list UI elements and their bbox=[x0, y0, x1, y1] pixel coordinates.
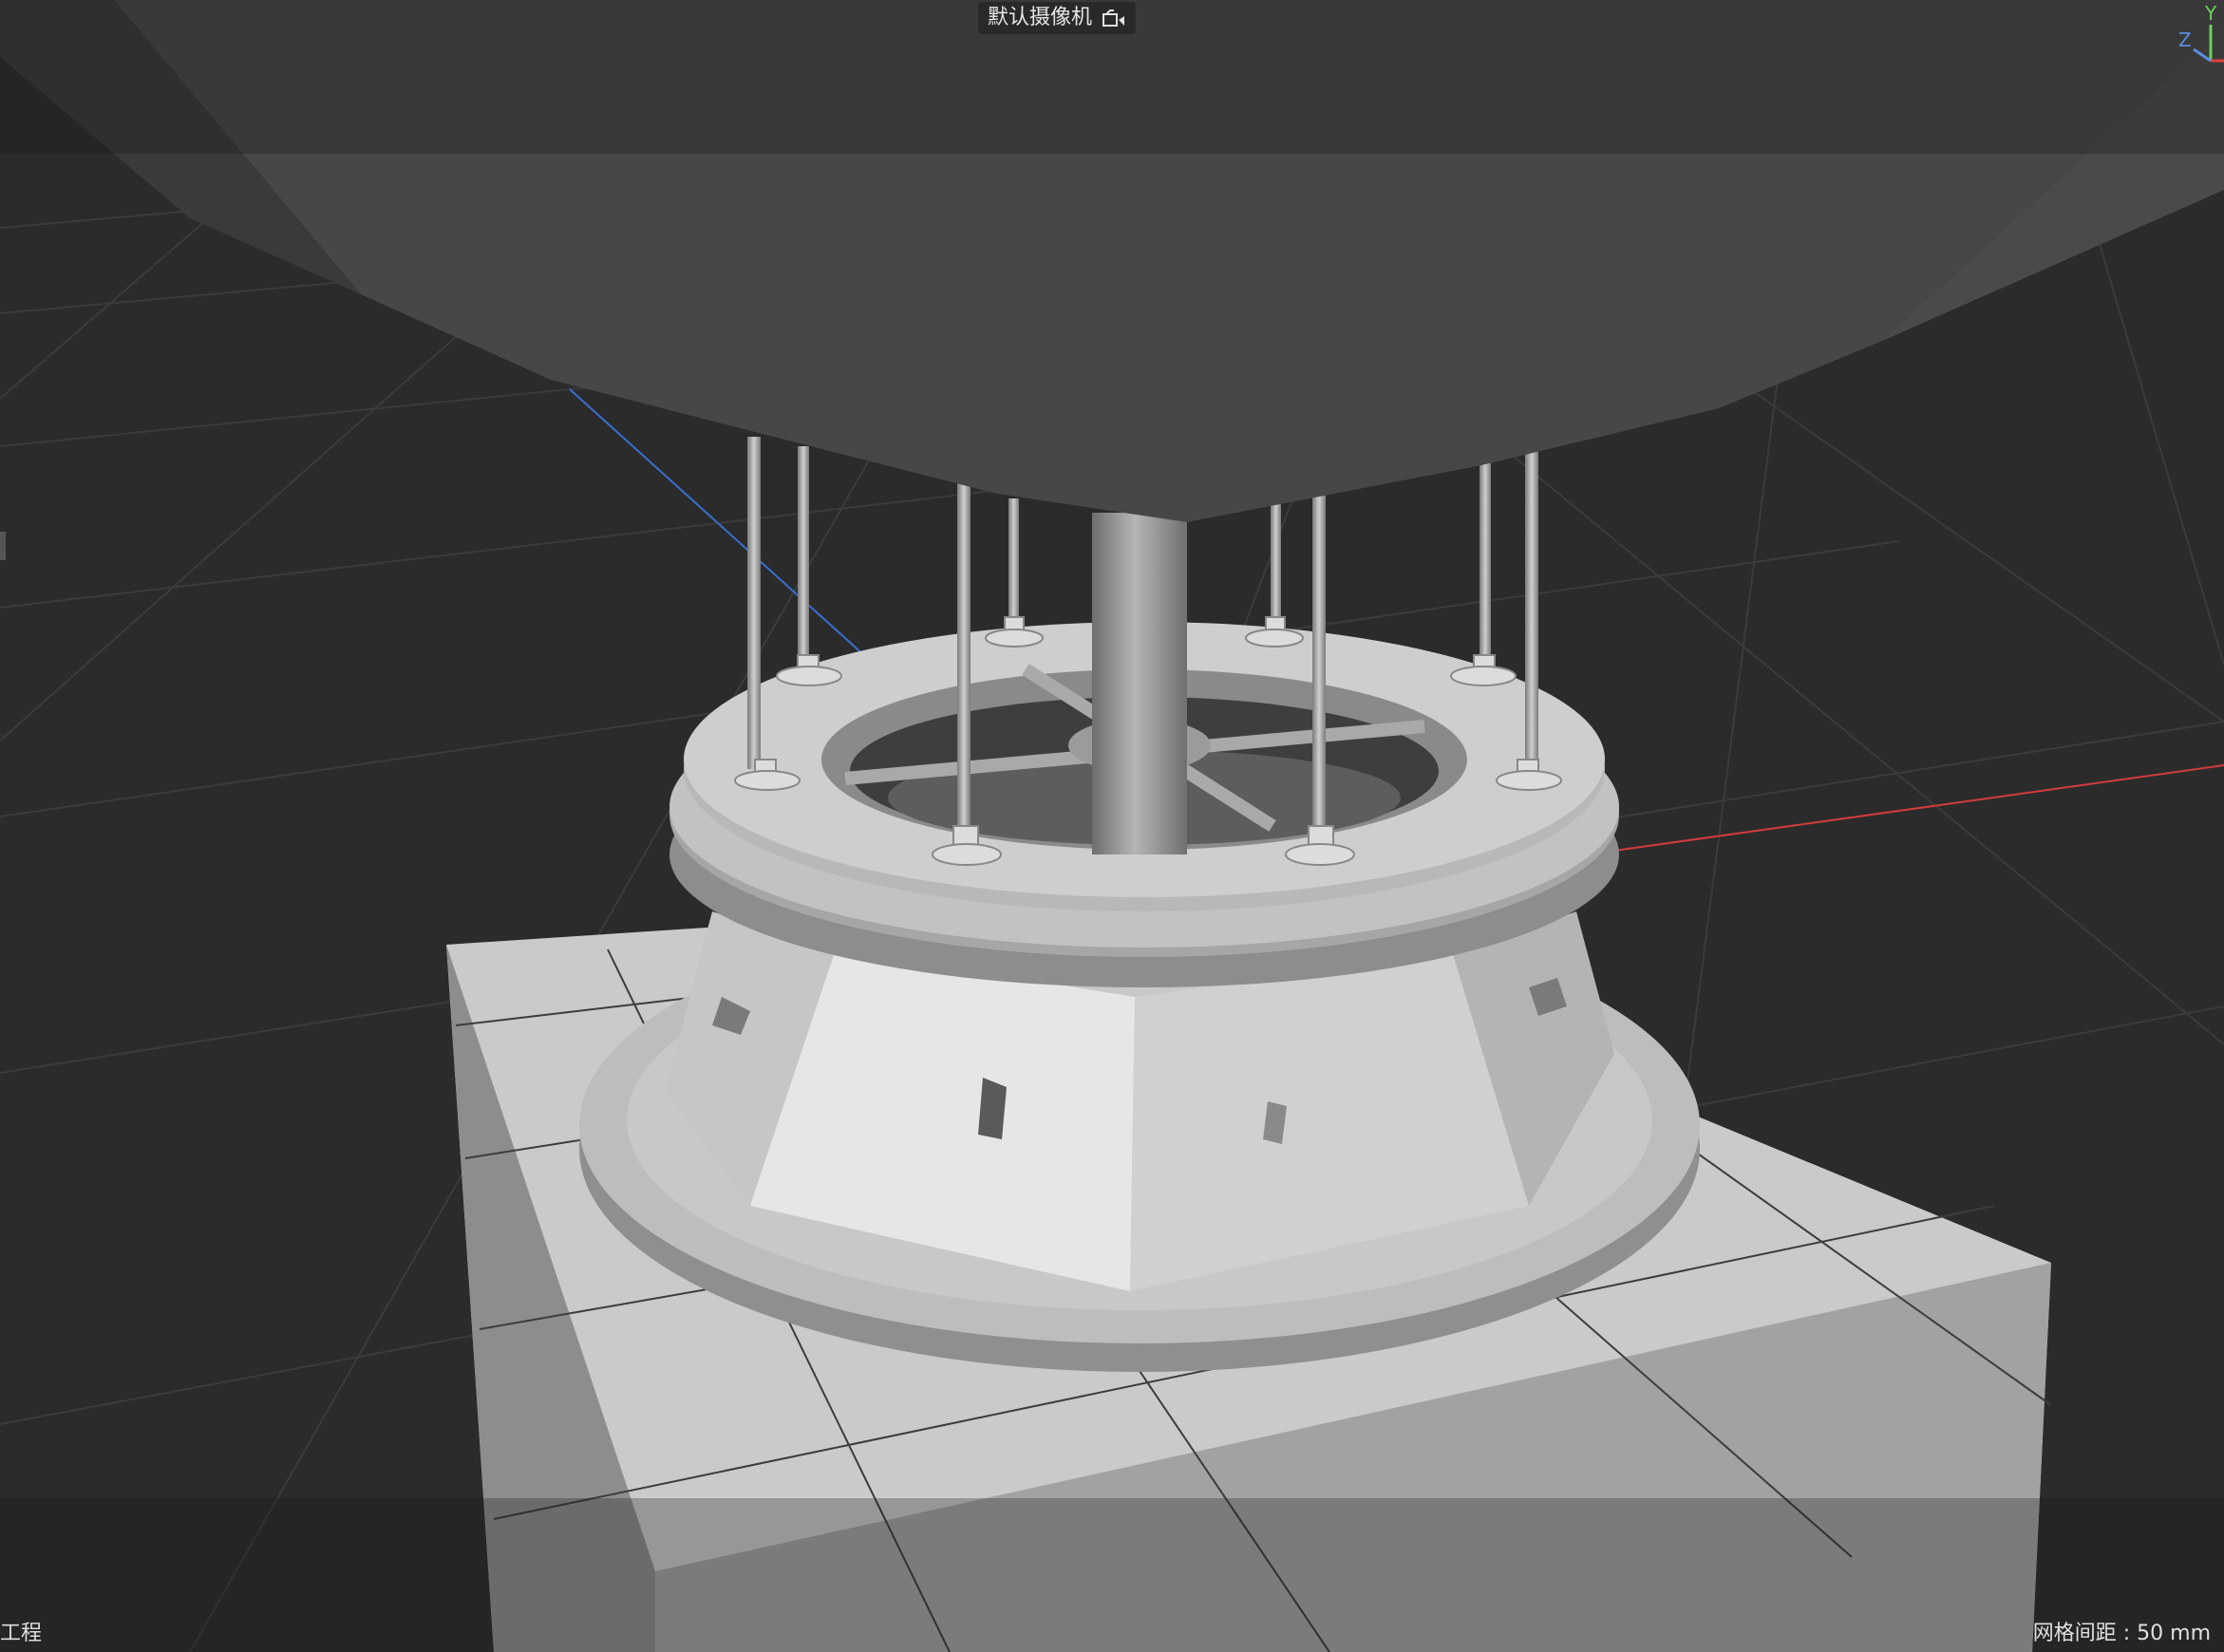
camera-selector[interactable]: 默认摄像机 bbox=[978, 2, 1137, 34]
x-axis-line bbox=[1613, 764, 2224, 852]
axis-y-label: Y bbox=[2205, 2, 2217, 25]
overhead-hopper[interactable] bbox=[0, 0, 2224, 522]
axis-gizmo[interactable]: Y Z bbox=[2158, 0, 2224, 68]
camera-label-text: 默认摄像机 bbox=[988, 6, 1093, 29]
3d-viewport[interactable]: 默认摄像机 Y Z 工程 网格间距 : 50 mm bbox=[0, 0, 2224, 1652]
side-panel-handle[interactable] bbox=[0, 532, 6, 560]
scene-render[interactable] bbox=[0, 0, 2224, 1652]
camera-toggle-icon[interactable] bbox=[1102, 8, 1126, 28]
grid-spacing-readout: 网格间距 : 50 mm bbox=[2032, 1622, 2211, 1645]
axis-z-label: Z bbox=[2178, 28, 2192, 51]
central-pillar[interactable] bbox=[1092, 513, 1187, 854]
project-status-label: 工程 bbox=[0, 1622, 43, 1645]
